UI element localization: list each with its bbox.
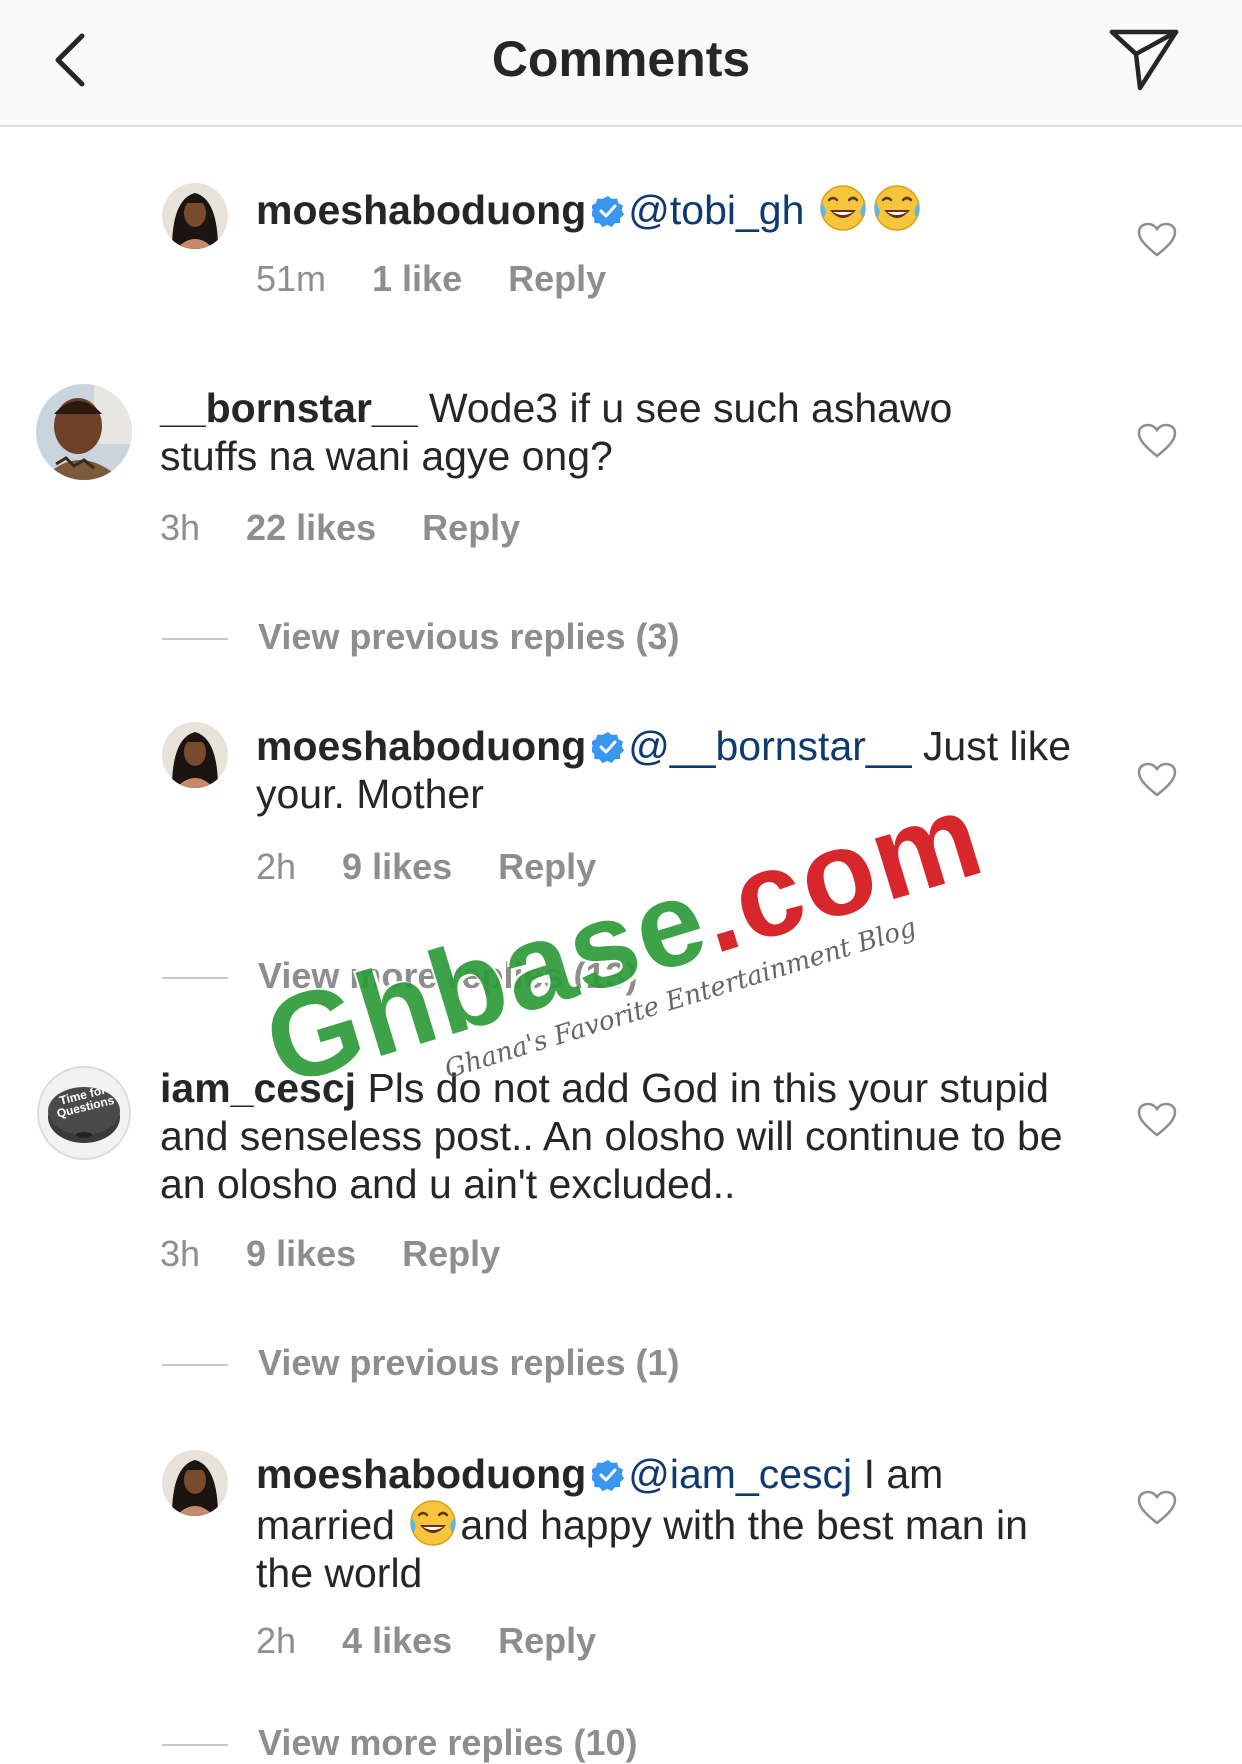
likes-count[interactable]: 9 likes bbox=[246, 1233, 356, 1275]
avatar[interactable] bbox=[36, 384, 132, 480]
reply-button[interactable]: Reply bbox=[402, 1233, 500, 1275]
heart-icon[interactable] bbox=[1137, 423, 1177, 459]
comment-meta: 3h 9 likes Reply bbox=[160, 1233, 546, 1275]
divider-line bbox=[162, 1364, 228, 1367]
view-previous-replies-button[interactable]: View previous replies (3) bbox=[162, 616, 680, 658]
mention-link[interactable]: @tobi_gh bbox=[628, 187, 804, 233]
view-previous-replies-button[interactable]: View previous replies (1) bbox=[162, 1342, 680, 1384]
header-bar: Comments bbox=[0, 0, 1242, 127]
view-replies-label: View previous replies (3) bbox=[258, 616, 680, 657]
laughing-emoji-icon bbox=[872, 183, 922, 233]
watermark-tagline: Ghana's Favorite Entertainment Blog bbox=[441, 912, 920, 1085]
username[interactable]: __bornstar__ bbox=[160, 385, 418, 431]
comment-meta: 3h 22 likes Reply bbox=[160, 507, 566, 549]
laughing-emoji-icon bbox=[408, 1498, 458, 1548]
comment-meta: 2h 9 likes Reply bbox=[256, 846, 642, 888]
heart-icon[interactable] bbox=[1137, 222, 1177, 258]
reply-button[interactable]: Reply bbox=[498, 1620, 596, 1662]
verified-badge-icon bbox=[592, 731, 624, 763]
username[interactable]: moeshaboduong bbox=[256, 723, 586, 769]
avatar[interactable] bbox=[162, 183, 228, 249]
comment-time: 3h bbox=[160, 1233, 201, 1274]
verified-badge-icon bbox=[592, 1459, 624, 1491]
heart-icon[interactable] bbox=[1137, 762, 1177, 798]
likes-count[interactable]: 22 likes bbox=[246, 507, 376, 549]
comment-text: moeshaboduong @iam_cescj I am married and… bbox=[256, 1450, 1076, 1597]
comment-meta: 2h 4 likes Reply bbox=[256, 1620, 642, 1662]
view-more-replies-button[interactable]: View more replies (13) bbox=[162, 955, 638, 997]
reply-button[interactable]: Reply bbox=[422, 507, 520, 549]
comment-time: 2h bbox=[256, 1620, 297, 1661]
mention-link[interactable]: @iam_cescj bbox=[628, 1451, 852, 1497]
mention-link[interactable]: @__bornstar__ bbox=[628, 723, 911, 769]
heart-icon[interactable] bbox=[1137, 1102, 1177, 1138]
divider-line bbox=[162, 638, 228, 641]
heart-icon[interactable] bbox=[1137, 1490, 1177, 1526]
username[interactable]: iam_cescj bbox=[160, 1065, 356, 1111]
comment-time: 2h bbox=[256, 846, 297, 887]
divider-line bbox=[162, 977, 228, 980]
view-more-replies-button[interactable]: View more replies (10) bbox=[162, 1722, 638, 1764]
reply-button[interactable]: Reply bbox=[498, 846, 596, 888]
paper-plane-icon[interactable] bbox=[1108, 26, 1180, 92]
comment-time: 3h bbox=[160, 507, 201, 548]
comment-text: moeshaboduong @__bornstar__ Just like you… bbox=[256, 722, 1076, 818]
avatar[interactable]: Time for Questions bbox=[36, 1065, 132, 1161]
likes-count[interactable]: 1 like bbox=[372, 258, 462, 300]
verified-badge-icon bbox=[592, 195, 624, 227]
page-title: Comments bbox=[491, 31, 751, 87]
reply-button[interactable]: Reply bbox=[508, 258, 606, 300]
likes-count[interactable]: 9 likes bbox=[342, 846, 452, 888]
comment-time: 51m bbox=[256, 258, 327, 299]
laughing-emoji-icon bbox=[818, 183, 868, 233]
comment-text: __bornstar__ Wode3 if u see such ashawo … bbox=[160, 384, 1040, 480]
divider-line bbox=[162, 1744, 228, 1747]
username[interactable]: moeshaboduong bbox=[256, 1451, 586, 1497]
avatar[interactable] bbox=[162, 1450, 228, 1516]
comment-text: iam_cescj Pls do not add God in this you… bbox=[160, 1064, 1080, 1208]
username[interactable]: moeshaboduong bbox=[256, 187, 586, 233]
comment-meta: 51m 1 like Reply bbox=[256, 258, 652, 300]
likes-count[interactable]: 4 likes bbox=[342, 1620, 452, 1662]
view-replies-label: View previous replies (1) bbox=[258, 1342, 680, 1383]
avatar[interactable] bbox=[162, 722, 228, 788]
view-replies-label: View more replies (13) bbox=[258, 955, 638, 996]
comment-text: moeshaboduong @tobi_gh bbox=[256, 183, 1076, 234]
